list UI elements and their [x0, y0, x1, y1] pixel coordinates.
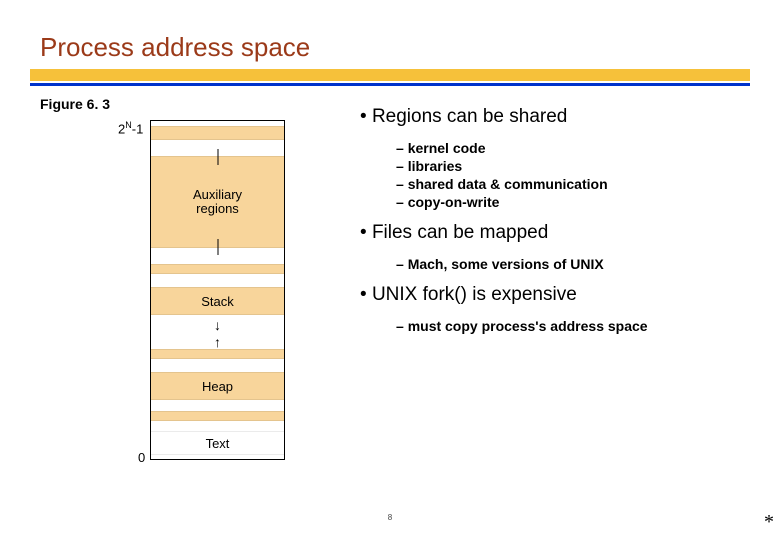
region-text: Text: [151, 431, 284, 455]
sub-bullet-item: shared data & communication: [396, 176, 740, 192]
gap-marker-icon: [217, 239, 218, 255]
rule-blue: [30, 83, 750, 86]
region-band: [151, 264, 284, 274]
region-heap-label: Heap: [202, 379, 233, 394]
region-text-label: Text: [206, 436, 230, 451]
bullet-item: Regions can be shared: [360, 106, 740, 128]
region-band: [151, 126, 284, 140]
bullet-item: Files can be mapped: [360, 222, 740, 244]
figure-label: Figure 6. 3: [40, 96, 340, 112]
sub-bullet-list: Mach, some versions of UNIX: [396, 256, 740, 272]
region-band: [151, 411, 284, 421]
sub-bullet-item: Mach, some versions of UNIX: [396, 256, 740, 272]
sub-bullet-list: kernel code libraries shared data & comm…: [396, 140, 740, 210]
bullet-item: UNIX fork() is expensive: [360, 284, 740, 306]
sub-bullet-item: copy-on-write: [396, 194, 740, 210]
arrow-up-icon: ↑: [214, 335, 221, 349]
bullet-panel: Regions can be shared kernel code librar…: [360, 96, 740, 346]
bullet-list: Files can be mapped: [360, 222, 740, 244]
arrow-down-icon: ↓: [214, 318, 221, 332]
title-rule: [30, 69, 750, 86]
region-band: [151, 349, 284, 359]
region-auxiliary-label: Auxiliary regions: [193, 188, 242, 215]
region-auxiliary: Auxiliary regions: [151, 156, 284, 248]
axis-top-label: 2N-1: [118, 120, 143, 136]
bullet-list: UNIX fork() is expensive: [360, 284, 740, 306]
sub-bullet-item: libraries: [396, 158, 740, 174]
bullet-list: Regions can be shared: [360, 106, 740, 128]
region-stack: Stack: [151, 287, 284, 315]
figure-panel: Figure 6. 3 2N-1 Auxiliary regions Stack…: [40, 96, 340, 346]
content-row: Figure 6. 3 2N-1 Auxiliary regions Stack…: [40, 96, 740, 346]
page-title: Process address space: [40, 32, 740, 63]
axis-suffix: -1: [132, 121, 144, 136]
axis-bottom-label: 0: [138, 450, 145, 465]
address-space-diagram: Auxiliary regions Stack ↓ ↑ Heap Text: [150, 120, 285, 460]
gap-marker-icon: [217, 149, 218, 165]
region-stack-label: Stack: [201, 294, 234, 309]
page-number: 8: [388, 513, 392, 522]
sub-bullet-list: must copy process's address space: [396, 318, 740, 334]
rule-yellow: [30, 69, 750, 81]
sub-bullet-item: kernel code: [396, 140, 740, 156]
footer-star-icon: *: [764, 511, 774, 534]
region-heap: Heap: [151, 372, 284, 400]
slide: Process address space Figure 6. 3 2N-1 A…: [0, 0, 780, 540]
sub-bullet-item: must copy process's address space: [396, 318, 740, 334]
